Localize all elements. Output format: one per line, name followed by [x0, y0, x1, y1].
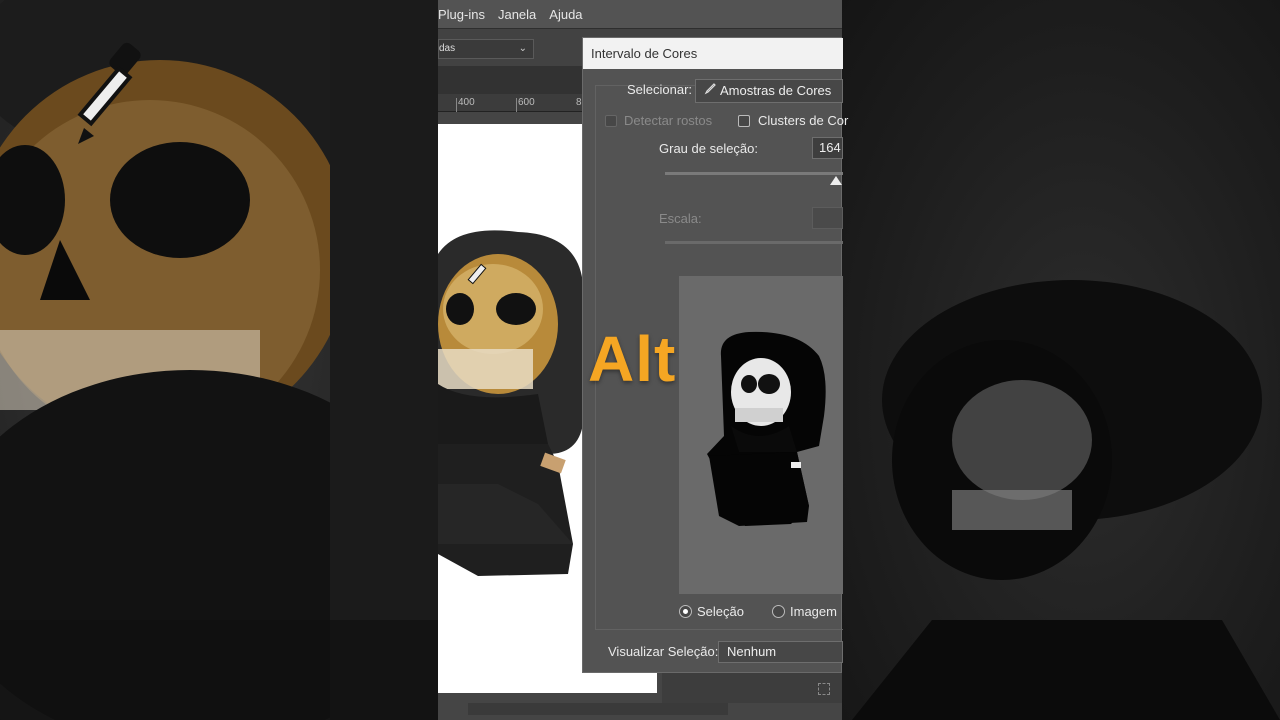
clusters-label: Clusters de Cor	[758, 113, 849, 128]
fuzziness-slider[interactable]	[665, 172, 843, 175]
range-slider	[665, 241, 843, 244]
ruler-mark: 400	[458, 97, 475, 108]
left-zoom-panel	[0, 0, 438, 720]
radio-selection-label: Seleção	[697, 604, 744, 619]
grid-icon[interactable]	[818, 683, 830, 695]
eyedropper-icon	[704, 80, 716, 102]
select-label: Selecionar:	[627, 82, 693, 97]
alt-key-overlay: Alt	[588, 323, 677, 395]
range-label: Escala:	[659, 211, 702, 226]
fuzziness-input[interactable]: 164	[812, 137, 843, 159]
horizontal-scrollbar[interactable]	[468, 703, 728, 715]
selection-preview[interactable]	[679, 276, 843, 594]
menu-plugins[interactable]: Plug-ins	[438, 7, 485, 22]
chevron-down-icon: ⌄	[518, 43, 527, 54]
eyedropper-icon	[77, 42, 141, 144]
mask-zoom-right	[852, 280, 1280, 720]
menu-janela[interactable]: Janela	[498, 7, 536, 22]
dialog-title: Intervalo de Cores	[583, 38, 843, 69]
ruler-mark: 600	[518, 97, 535, 108]
detect-faces-label: Detectar rostos	[624, 113, 713, 128]
menu-ajuda[interactable]: Ajuda	[549, 7, 582, 22]
skull-zoom-left	[0, 0, 438, 720]
right-zoom-panel	[842, 0, 1280, 720]
clusters-checkbox[interactable]	[738, 115, 750, 127]
preview-select[interactable]: Nenhum	[718, 641, 843, 663]
range-input	[812, 207, 843, 229]
radio-image-label: Imagem	[790, 604, 837, 619]
select-dropdown[interactable]: Amostras de Cores	[695, 79, 843, 103]
mask-preview-image	[707, 331, 826, 526]
radio-image[interactable]	[772, 605, 785, 618]
menu-bar: Plug-ins Janela Ajuda	[438, 0, 842, 28]
ruler-mark: 8	[576, 97, 582, 108]
fuzziness-label: Grau de seleção:	[659, 141, 759, 156]
fuzziness-slider-thumb[interactable]	[830, 176, 842, 185]
panel-strip	[662, 673, 842, 703]
detect-faces-checkbox[interactable]	[605, 115, 617, 127]
preview-label: Visualizar Seleção:	[608, 644, 719, 659]
options-select[interactable]: das ⌄	[438, 39, 534, 59]
radio-selection[interactable]	[679, 605, 692, 618]
